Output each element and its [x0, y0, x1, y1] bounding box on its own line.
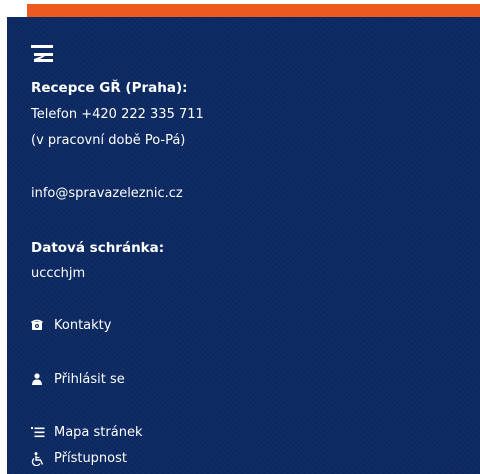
wheelchair-icon [31, 451, 45, 466]
phone-icon [31, 319, 45, 333]
contacts-label: Kontakty [54, 318, 112, 333]
reception-hours: (v pracovní době Po-Pá) [31, 133, 186, 148]
szdc-logo-icon [31, 45, 55, 67]
list-icon [31, 426, 45, 440]
reception-heading: Recepce GŘ (Praha): [31, 80, 188, 96]
sitemap-link[interactable]: Mapa stránek [31, 425, 142, 440]
databox-id: uccchjm [31, 266, 86, 281]
page: Recepce GŘ (Praha): Telefon +420 222 335… [0, 0, 480, 474]
accessibility-link[interactable]: Přístupnost [31, 451, 127, 466]
email-link[interactable]: info@spravazeleznic.cz [31, 186, 183, 202]
contacts-link[interactable]: Kontakty [31, 318, 111, 333]
sitemap-label: Mapa stránek [54, 425, 143, 440]
accent-bar [27, 4, 480, 17]
accessibility-label: Přístupnost [54, 451, 127, 466]
reception-phone[interactable]: Telefon +420 222 335 711 [31, 107, 204, 123]
databox-heading: Datová schránka: [31, 240, 165, 256]
login-link[interactable]: Přihlásit se [31, 372, 125, 387]
user-icon [31, 372, 45, 387]
login-label: Přihlásit se [54, 372, 125, 387]
